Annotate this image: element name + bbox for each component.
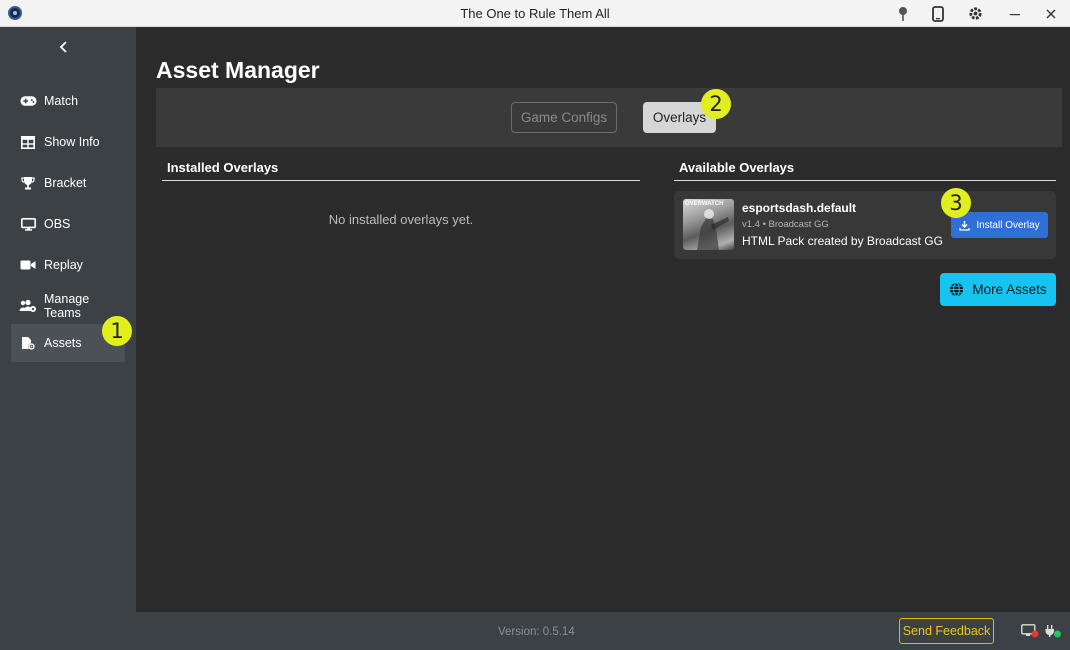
sidebar-item-label: Assets xyxy=(44,336,82,350)
sidebar-item-replay[interactable]: Replay xyxy=(11,246,125,284)
sidebar-item-obs[interactable]: OBS xyxy=(11,205,125,243)
sidebar-item-label: OBS xyxy=(44,217,71,231)
sidebar-item-label: Show Info xyxy=(44,135,100,149)
annotation-badge-3: 3 xyxy=(941,188,971,218)
display-status-icon[interactable] xyxy=(1021,624,1039,638)
empty-state-text: No installed overlays yet. xyxy=(328,212,474,227)
asset-thumbnail: OVERWATCH xyxy=(683,199,734,250)
annotation-badge-2: 2 xyxy=(701,89,731,119)
monitor-icon xyxy=(19,217,37,231)
sidebar-item-label: Bracket xyxy=(44,176,87,190)
collapse-sidebar-button[interactable] xyxy=(54,37,74,57)
annotation-badge-1: 1 xyxy=(102,316,132,346)
file-gear-icon xyxy=(19,336,37,351)
install-overlay-button[interactable]: Install Overlay xyxy=(951,212,1048,238)
globe-icon xyxy=(949,282,964,297)
sidebar-item-label: Replay xyxy=(44,258,83,272)
more-assets-button[interactable]: More Assets xyxy=(940,273,1056,306)
asset-type-tabs: Game Configs Overlays xyxy=(156,88,1062,147)
download-icon xyxy=(959,220,970,231)
close-button[interactable] xyxy=(1034,0,1068,27)
available-overlays-heading: Available Overlays xyxy=(674,160,1056,181)
users-gear-icon xyxy=(19,299,37,313)
table-icon xyxy=(19,135,37,149)
trophy-icon xyxy=(19,176,37,190)
version-text: Version: 0.5.14 xyxy=(498,626,575,638)
chevron-left-icon xyxy=(59,41,67,53)
connection-plug-icon[interactable] xyxy=(1044,624,1062,638)
sidebar-item-match[interactable]: Match xyxy=(11,82,125,120)
pin-icon[interactable] xyxy=(886,0,920,27)
installed-overlays-heading: Installed Overlays xyxy=(162,160,640,181)
sidebar-item-show-info[interactable]: Show Info xyxy=(11,123,125,161)
phone-icon[interactable] xyxy=(921,0,955,27)
tab-game-configs[interactable]: Game Configs xyxy=(511,102,617,133)
asset-description: HTML Pack created by Broadcast GG xyxy=(742,234,943,248)
page-title: Asset Manager xyxy=(156,57,320,83)
sidebar-item-label: Match xyxy=(44,94,79,108)
footer: Version: 0.5.14 Send Feedback xyxy=(136,612,1070,650)
install-overlay-label: Install Overlay xyxy=(976,219,1040,231)
asset-meta: v1.4 • Broadcast GG xyxy=(742,219,829,230)
asset-name: esportsdash.default xyxy=(742,201,857,215)
gamepad-icon xyxy=(19,95,37,107)
minimize-button[interactable] xyxy=(998,0,1032,27)
sidebar-item-bracket[interactable]: Bracket xyxy=(11,164,125,202)
gear-icon[interactable] xyxy=(958,0,992,27)
title-bar: The One to Rule Them All xyxy=(0,0,1070,27)
main-content: Asset Manager Game Configs Overlays Inst… xyxy=(136,35,1070,612)
video-camera-icon xyxy=(19,259,37,271)
more-assets-label: More Assets xyxy=(972,282,1047,297)
send-feedback-button[interactable]: Send Feedback xyxy=(899,618,994,644)
asset-card: OVERWATCH esportsdash.default v1.4 • Bro… xyxy=(674,191,1056,259)
